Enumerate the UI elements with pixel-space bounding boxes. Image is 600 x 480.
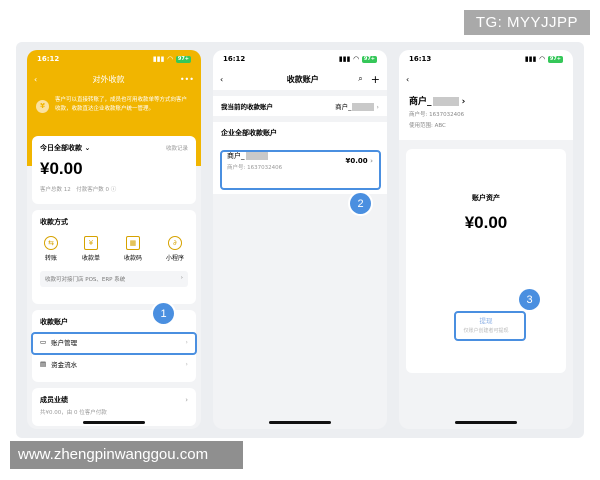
step-badge: 3 bbox=[519, 289, 540, 310]
battery-icon: 97+ bbox=[361, 55, 377, 63]
nav-bar: ‹ 对外收款 ••• bbox=[27, 68, 201, 90]
current-account-value: 商户_ bbox=[335, 103, 352, 111]
back-icon[interactable]: ‹ bbox=[406, 75, 409, 84]
signal-icon: ▮▮▮ bbox=[152, 55, 165, 63]
chevron-right-icon: › bbox=[180, 275, 183, 281]
document-icon: ▤ bbox=[40, 360, 47, 368]
current-account-label: 我当前的收款账户 bbox=[221, 103, 273, 111]
highlight-box bbox=[454, 311, 526, 341]
masked-text bbox=[352, 103, 375, 111]
qrcode-icon: ▦ bbox=[125, 236, 140, 250]
nav-bar: ‹ 收款账户 ⌕ + bbox=[213, 68, 387, 90]
methods-card: 收款方式 ⇆ 转账 ¥ 收款单 ▦ 收款码 ∂ 小程序 收款可对接门店 POS、ERP … bbox=[32, 210, 196, 304]
all-accounts-label: 企业全部收款账户 bbox=[221, 129, 277, 137]
status-time: 16:13 bbox=[409, 55, 432, 63]
home-indicator bbox=[269, 421, 331, 424]
accounts-card: 收款账户 ▭ 账户管理 › ▤ 资金流水 › bbox=[31, 310, 197, 382]
status-time: 16:12 bbox=[223, 55, 246, 63]
assets-label: 账户资产 bbox=[472, 194, 500, 202]
highlight-box bbox=[220, 150, 381, 190]
today-amount: ¥0.00 bbox=[40, 159, 83, 178]
merchant-name[interactable]: 商户_ › bbox=[409, 94, 563, 107]
back-icon[interactable]: ‹ bbox=[220, 75, 223, 84]
notice-banner: ¥ 客户可以直接转账了，成员也可用收款单等方式向客户收款，收款直达企业收款账户统… bbox=[27, 90, 201, 114]
fund-flow-item[interactable]: ▤ 资金流水 › bbox=[32, 353, 196, 375]
highlight-box bbox=[31, 332, 197, 355]
method-receipt[interactable]: ¥ 收款单 bbox=[82, 236, 100, 262]
phone-collection-accounts: 16:12 ▮▮▮ ◠ 97+ ‹ 收款账户 ⌕ + 我当前的收款账户 商户_ › 企… bbox=[213, 50, 387, 429]
wifi-icon: ◠ bbox=[539, 55, 545, 63]
watermark-bottom: www.zhengpinwanggou.com bbox=[10, 441, 243, 469]
usage-scope: 使用范围: ABC bbox=[409, 123, 446, 129]
receipt-icon: ¥ bbox=[83, 236, 98, 250]
methods-grid: ⇆ 转账 ¥ 收款单 ▦ 收款码 ∂ 小程序 bbox=[40, 236, 188, 262]
method-qrcode[interactable]: ▦ 收款码 bbox=[124, 236, 142, 262]
more-icon[interactable]: ••• bbox=[180, 75, 194, 84]
masked-text bbox=[432, 97, 459, 106]
add-icon[interactable]: + bbox=[371, 73, 380, 86]
customer-stats: 客户总数 12 付款客户数 0 ⓘ bbox=[40, 187, 117, 193]
signal-icon: ▮▮▮ bbox=[524, 55, 537, 63]
collection-records-link[interactable]: 收款记录 bbox=[166, 144, 188, 152]
battery-icon: 97+ bbox=[175, 55, 191, 63]
chevron-right-icon: › bbox=[461, 97, 466, 107]
merchant-number: 商户号: 1637032406 bbox=[409, 112, 465, 118]
signal-icon: ▮▮▮ bbox=[338, 55, 351, 63]
phone-external-collection: 16:12 ▮▮▮ ◠ 97+ ‹ 对外收款 ••• ¥ 客户可以直接转账了，成员也… bbox=[27, 50, 201, 429]
shield-icon: ¥ bbox=[36, 100, 49, 113]
current-account-row[interactable]: 我当前的收款账户 商户_ › bbox=[213, 96, 387, 116]
phone-merchant-detail: 16:13 ▮▮▮ ◠ 97+ ‹ 商户_ › 商户号: 1637032406 使用… bbox=[399, 50, 573, 429]
miniprogram-icon: ∂ bbox=[167, 236, 182, 250]
notice-text: 客户可以直接转账了，成员也可用收款单等方式向客户收款，收款直达企业收款账户统一管… bbox=[55, 97, 188, 112]
search-icon[interactable]: ⌕ bbox=[358, 73, 362, 86]
method-miniprogram[interactable]: ∂ 小程序 bbox=[166, 236, 184, 262]
chevron-right-icon: › bbox=[185, 360, 188, 368]
home-indicator bbox=[455, 421, 517, 424]
methods-title: 收款方式 bbox=[40, 218, 68, 226]
step-badge: 1 bbox=[153, 303, 174, 324]
nav-bar: ‹ bbox=[399, 68, 573, 90]
assets-card: 账户资产 ¥0.00 提现 仅账户创建者可提现 3 bbox=[406, 149, 566, 373]
header: 16:13 ▮▮▮ ◠ 97+ ‹ bbox=[399, 50, 573, 90]
page-title: 对外收款 bbox=[92, 74, 125, 84]
chevron-right-icon: › bbox=[185, 396, 188, 404]
step-badge: 2 bbox=[350, 193, 371, 214]
wifi-icon: ◠ bbox=[353, 55, 359, 63]
home-indicator bbox=[83, 421, 145, 424]
watermark-top: TG: MYYJJPP bbox=[463, 10, 590, 35]
today-card: 今日全部收款 ⌄ 收款记录 ¥0.00 客户总数 12 付款客户数 0 ⓘ bbox=[32, 136, 196, 204]
assets-amount: ¥0.00 bbox=[464, 213, 508, 232]
wifi-icon: ◠ bbox=[167, 55, 173, 63]
chevron-down-icon: ⌄ bbox=[84, 144, 91, 152]
status-bar: 16:12 ▮▮▮ ◠ 97+ bbox=[213, 50, 387, 68]
info-icon[interactable]: ⓘ bbox=[111, 187, 117, 193]
battery-icon: 97+ bbox=[547, 55, 563, 63]
header: 16:12 ▮▮▮ ◠ 97+ ‹ 收款账户 ⌕ + bbox=[213, 50, 387, 90]
today-label[interactable]: 今日全部收款 ⌄ bbox=[40, 143, 90, 153]
status-time: 16:12 bbox=[37, 55, 60, 63]
status-bar: 16:13 ▮▮▮ ◠ 97+ bbox=[399, 50, 573, 68]
integration-tip[interactable]: 收款可对接门店 POS、ERP 系统 › bbox=[40, 271, 188, 287]
page-title: 收款账户 bbox=[286, 74, 319, 84]
merchant-info: 商户_ › 商户号: 1637032406 使用范围: ABC bbox=[399, 90, 573, 140]
transfer-icon: ⇆ bbox=[44, 236, 58, 250]
performance-title: 成员业绩 bbox=[40, 396, 68, 404]
status-bar: 16:12 ▮▮▮ ◠ 97+ bbox=[27, 50, 201, 68]
back-icon[interactable]: ‹ bbox=[34, 75, 37, 84]
performance-sub: 共¥0.00，由 0 位客户付款 bbox=[40, 410, 107, 416]
method-transfer[interactable]: ⇆ 转账 bbox=[44, 236, 58, 262]
chevron-right-icon: › bbox=[376, 103, 379, 111]
